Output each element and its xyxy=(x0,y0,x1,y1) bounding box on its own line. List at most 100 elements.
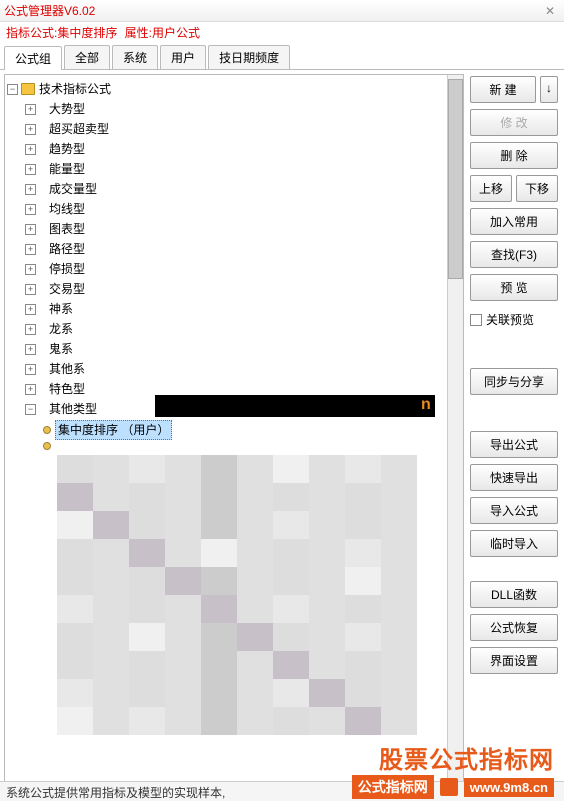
tree-group[interactable]: + 龙系 xyxy=(7,319,461,339)
expand-icon[interactable]: + xyxy=(25,304,36,315)
tree-panel: − 技术指标公式 + 大势型 + 超买超卖型 + 趋势型 + 能量型 + 成交量型 + 均线… xyxy=(4,74,464,784)
tree-group-label: 停损型 xyxy=(49,260,85,278)
restore-button[interactable]: 公式恢复 xyxy=(470,614,558,641)
expand-icon[interactable]: + xyxy=(25,364,36,375)
info-bar: 指标公式:集中度排序 属性:用户公式 xyxy=(0,22,564,43)
moveup-button[interactable]: 上移 xyxy=(470,175,512,202)
tree-group-label: 均线型 xyxy=(49,200,85,218)
partial-text: n xyxy=(421,396,431,414)
tree-group-label: 其他类型 xyxy=(49,400,97,418)
expand-icon[interactable]: + xyxy=(25,284,36,295)
title-bar: 公式管理器V6.02 ✕ xyxy=(0,0,564,22)
side-panel: 新 建 ↓ 修 改 删 除 上移 下移 加入常用 查找(F3) 预 览 关联预览… xyxy=(464,70,564,788)
tree-root-label: 技术指标公式 xyxy=(39,80,111,98)
tree-item-selected[interactable]: 集中度排序 （用户） xyxy=(7,419,461,441)
expand-icon[interactable]: + xyxy=(25,324,36,335)
close-icon[interactable]: ✕ xyxy=(540,2,560,20)
temp-import-button[interactable]: 临时导入 xyxy=(470,530,558,557)
find-button[interactable]: 查找(F3) xyxy=(470,241,558,268)
expand-icon[interactable]: + xyxy=(25,104,36,115)
status-text: 系统公式提供常用指标及模型的实现样本, xyxy=(6,786,225,800)
tree-group[interactable]: + 成交量型 xyxy=(7,179,461,199)
tree-group[interactable]: + 停损型 xyxy=(7,259,461,279)
add-favorite-button[interactable]: 加入常用 xyxy=(470,208,558,235)
fast-export-button[interactable]: 快速导出 xyxy=(470,464,558,491)
expand-icon[interactable]: + xyxy=(25,244,36,255)
tree-group-label: 超买超卖型 xyxy=(49,120,109,138)
watermark-subtitle: 公式指标网 xyxy=(352,775,434,799)
tree-group-label: 能量型 xyxy=(49,160,85,178)
tree-group-label: 路径型 xyxy=(49,240,85,258)
expand-icon[interactable]: + xyxy=(25,224,36,235)
tree-group[interactable]: + 其他系 xyxy=(7,359,461,379)
watermark-icon xyxy=(440,778,458,796)
tree-group[interactable]: + 趋势型 xyxy=(7,139,461,159)
expand-icon[interactable]: + xyxy=(25,384,36,395)
tree-group[interactable]: + 鬼系 xyxy=(7,339,461,359)
main-area: − 技术指标公式 + 大势型 + 超买超卖型 + 趋势型 + 能量型 + 成交量型 + 均线… xyxy=(0,70,564,788)
expand-icon[interactable]: + xyxy=(25,184,36,195)
sync-share-button[interactable]: 同步与分享 xyxy=(470,368,558,395)
expand-icon[interactable]: + xyxy=(25,264,36,275)
expand-icon[interactable]: + xyxy=(25,164,36,175)
info-label-formula: 指标公式: xyxy=(6,26,57,40)
preview-button[interactable]: 预 览 xyxy=(470,274,558,301)
tree-group-label: 鬼系 xyxy=(49,340,73,358)
tree-group[interactable]: + 大势型 xyxy=(7,99,461,119)
tree-group-label: 成交量型 xyxy=(49,180,97,198)
info-label-attr: 属性: xyxy=(125,26,152,40)
tree-group[interactable]: + 交易型 xyxy=(7,279,461,299)
checkbox-icon xyxy=(470,314,482,326)
delete-button[interactable]: 删 除 xyxy=(470,142,558,169)
tree-group-label: 龙系 xyxy=(49,320,73,338)
watermark-title: 股票公式指标网 xyxy=(379,740,554,775)
window-title: 公式管理器V6.02 xyxy=(4,2,95,19)
tab-datefreq[interactable]: 技日期频度 xyxy=(208,45,290,69)
tree-group-label: 交易型 xyxy=(49,280,85,298)
new-button[interactable]: 新 建 xyxy=(470,76,536,103)
tab-system[interactable]: 系统 xyxy=(112,45,158,69)
ui-settings-button[interactable]: 界面设置 xyxy=(470,647,558,674)
tree-group-label: 图表型 xyxy=(49,220,85,238)
tree-group[interactable]: +神系 xyxy=(7,299,461,319)
export-button[interactable]: 导出公式 xyxy=(470,431,558,458)
tree-group-label: 大势型 xyxy=(49,100,85,118)
expand-icon[interactable]: + xyxy=(25,204,36,215)
tab-bar: 公式组 全部 系统 用户 技日期频度 xyxy=(0,45,564,70)
tree-root[interactable]: − 技术指标公式 xyxy=(7,79,461,99)
watermark-url: www.9m8.cn xyxy=(464,778,554,797)
tree-group-label: 特色型 xyxy=(49,380,85,398)
movedown-button[interactable]: 下移 xyxy=(516,175,558,202)
tree-group-label: 趋势型 xyxy=(49,140,85,158)
info-attr-value: 用户公式 xyxy=(152,26,200,40)
new-dropdown-button[interactable]: ↓ xyxy=(540,76,558,103)
tree-item[interactable] xyxy=(7,441,461,451)
checkbox-label: 关联预览 xyxy=(486,311,534,328)
collapse-icon[interactable]: − xyxy=(25,404,36,415)
tree-group[interactable]: + 能量型 xyxy=(7,159,461,179)
expand-icon[interactable]: + xyxy=(25,124,36,135)
modify-button[interactable]: 修 改 xyxy=(470,109,558,136)
redacted-area xyxy=(57,455,417,735)
tree-group[interactable]: + 超买超卖型 xyxy=(7,119,461,139)
expand-icon[interactable]: + xyxy=(25,144,36,155)
formula-icon xyxy=(43,442,51,450)
tab-user[interactable]: 用户 xyxy=(160,45,206,69)
tree-group[interactable]: + 路径型 xyxy=(7,239,461,259)
tree-group[interactable]: + 均线型 xyxy=(7,199,461,219)
tree-group[interactable]: + 图表型 xyxy=(7,219,461,239)
tab-all[interactable]: 全部 xyxy=(64,45,110,69)
import-button[interactable]: 导入公式 xyxy=(470,497,558,524)
tab-group[interactable]: 公式组 xyxy=(4,46,62,70)
folder-icon xyxy=(21,83,35,95)
dll-func-button[interactable]: DLL函数 xyxy=(470,581,558,608)
tree-item-label: 集中度排序 （用户） xyxy=(55,420,172,440)
collapse-icon[interactable]: − xyxy=(7,84,18,95)
formula-icon xyxy=(43,426,51,434)
link-preview-checkbox[interactable]: 关联预览 xyxy=(470,311,558,328)
redaction-bar xyxy=(155,395,435,417)
scrollbar-thumb[interactable] xyxy=(448,79,463,279)
vertical-scrollbar[interactable] xyxy=(447,75,463,783)
expand-icon[interactable]: + xyxy=(25,344,36,355)
tree-group-label: 其他系 xyxy=(49,360,85,378)
